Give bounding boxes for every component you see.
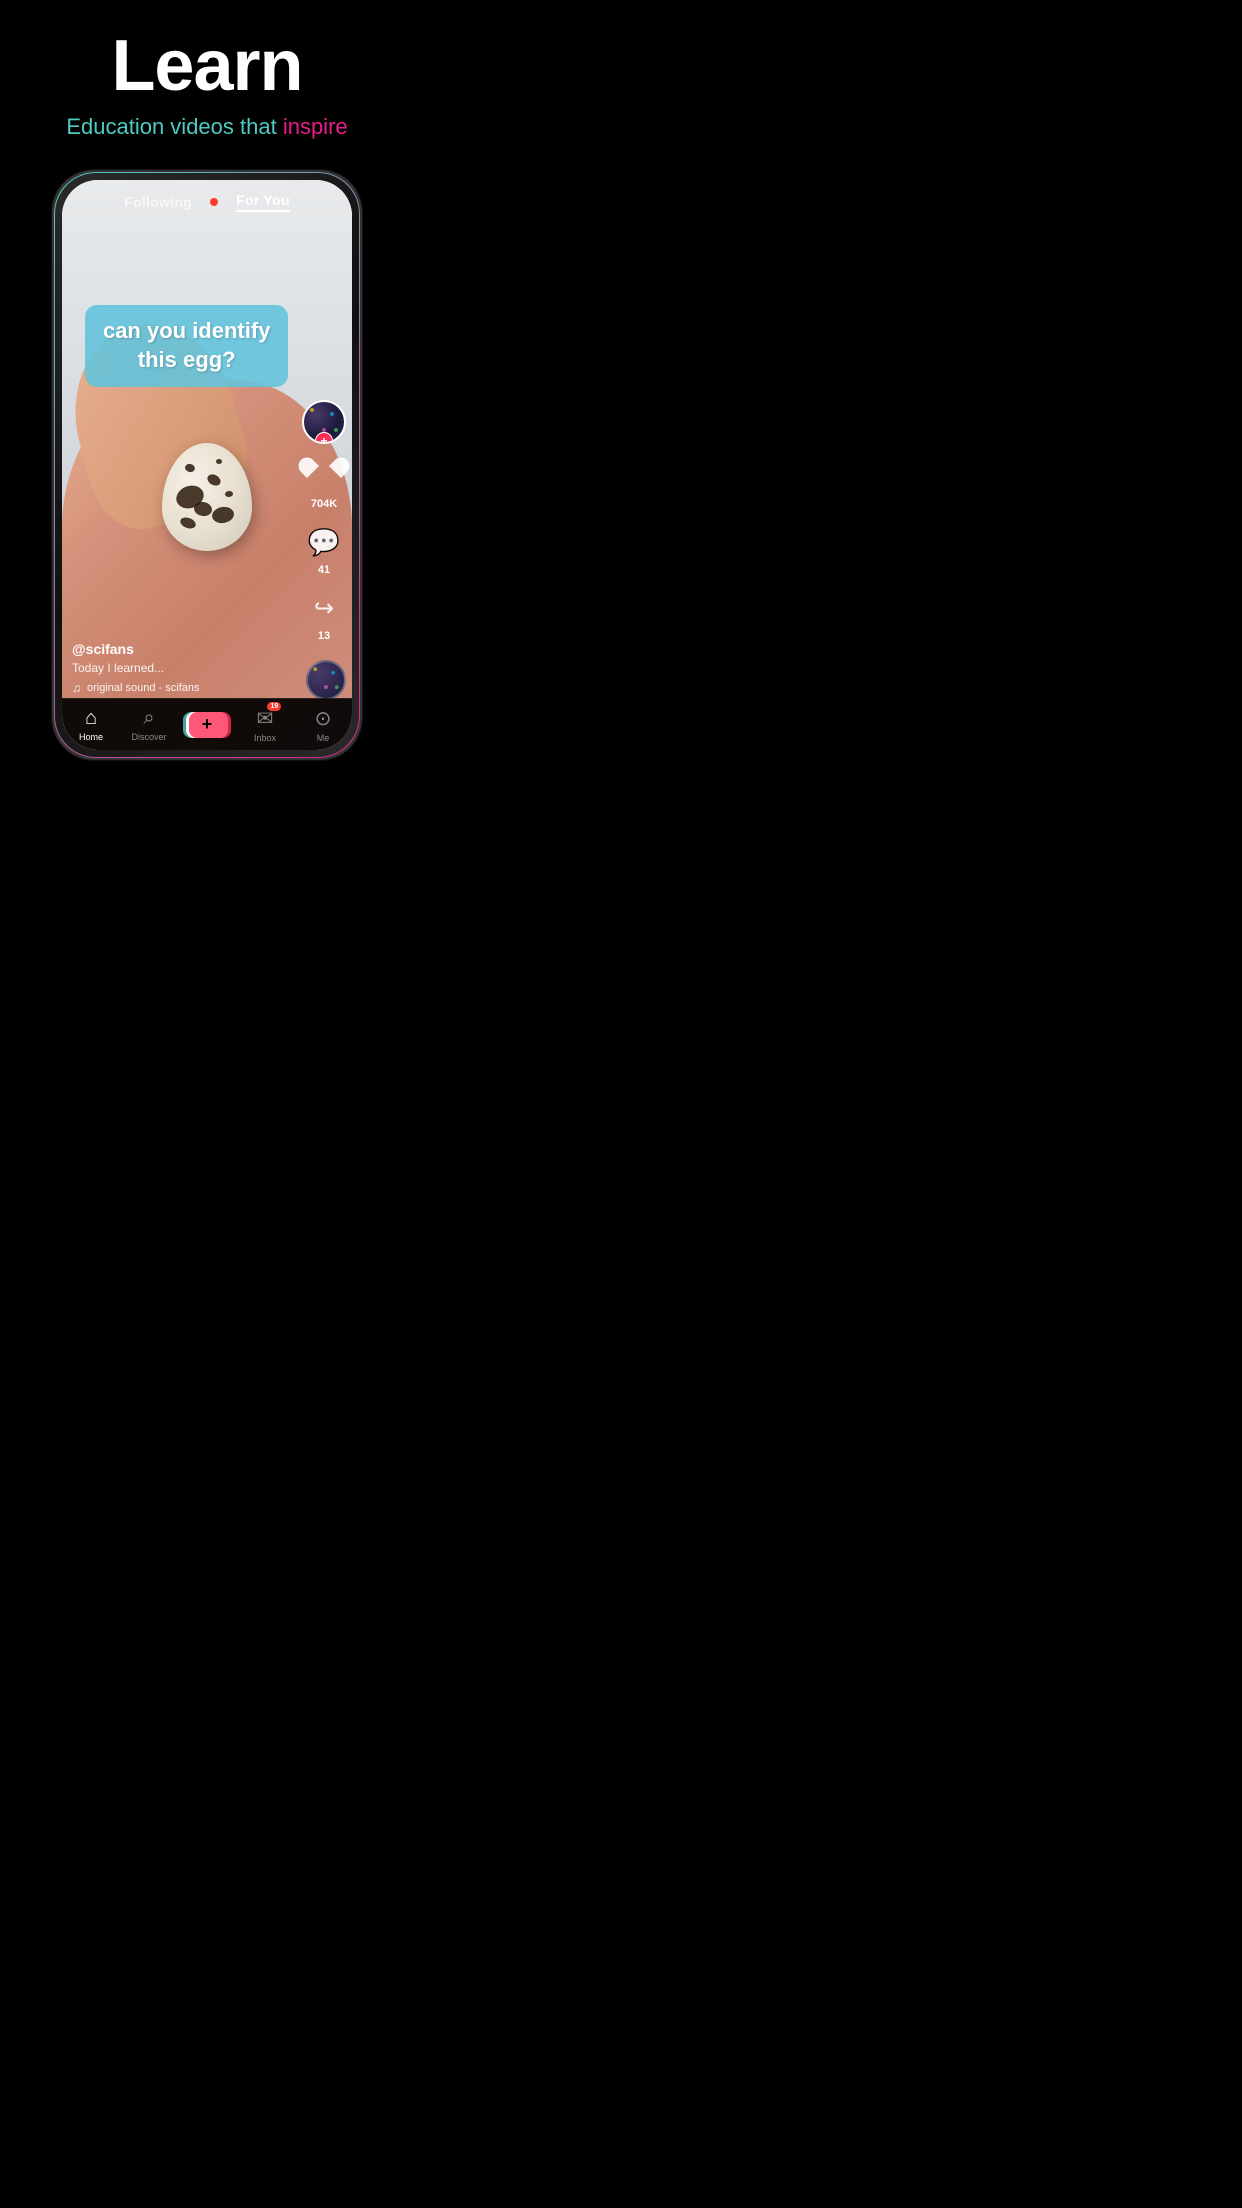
inbox-badge-count: 19 (267, 702, 281, 711)
discover-label: Discover (131, 732, 166, 742)
nav-discover[interactable]: ⌕ Discover (120, 707, 178, 742)
inbox-badge: ✉ 19 (257, 706, 274, 731)
music-disc (306, 660, 346, 700)
phone-screen: Following For You can you identify this … (62, 180, 352, 750)
music-info[interactable]: ♫ original sound - scifans (72, 681, 297, 695)
inbox-label: Inbox (254, 733, 276, 743)
disc-sparkles (308, 662, 344, 698)
active-underline (236, 210, 290, 212)
nav-plus-btn[interactable]: + (186, 712, 228, 738)
header-section: Learn Education videos that inspire (0, 0, 414, 160)
home-icon: ⌂ (85, 707, 97, 730)
home-label: Home (79, 732, 103, 742)
nav-inbox[interactable]: ✉ 19 Inbox (236, 706, 294, 743)
action-bar: + 704K 💬 41 (302, 400, 346, 650)
share-icon: ↪ (314, 594, 334, 623)
heart-icon (307, 461, 341, 491)
bottom-nav: ⌂ Home ⌕ Discover + (62, 698, 352, 750)
comment-icon: 💬 (308, 527, 340, 558)
main-title: Learn (20, 30, 394, 102)
action-icon-container: 💬 (304, 522, 344, 562)
phone-frame: Following For You can you identify this … (52, 170, 362, 760)
subtitle-text: Education videos that (66, 114, 282, 139)
top-nav: Following For You (62, 180, 352, 220)
profile-icon: ⊙ (315, 706, 332, 731)
nav-for-you-tab[interactable]: For You (236, 192, 290, 212)
follow-plus-btn[interactable]: + (315, 432, 333, 444)
nav-home[interactable]: ⌂ Home (62, 707, 120, 742)
red-dot-indicator (210, 198, 218, 206)
creator-avatar-btn[interactable]: + (302, 400, 346, 444)
caption-text: Today I learned... (72, 661, 297, 675)
video-area[interactable]: Following For You can you identify this … (62, 180, 352, 750)
plus-icon: + (202, 714, 213, 735)
inbox-icon: ✉ (257, 708, 274, 730)
subtitle: Education videos that inspire (20, 114, 394, 140)
username-label[interactable]: @scifans (72, 641, 297, 657)
like-button[interactable]: 704K (304, 456, 344, 510)
music-note-icon: ♫ (72, 681, 81, 695)
phone-container: Following For You can you identify this … (52, 170, 362, 760)
comment-button[interactable]: 💬 41 (304, 522, 344, 576)
me-label: Me (317, 733, 330, 743)
music-text: original sound - scifans (87, 682, 200, 694)
search-icon: ⌕ (143, 707, 154, 730)
text-bubble: can you identify this egg? (85, 305, 288, 386)
bottom-info: @scifans Today I learned... ♫ original s… (72, 641, 297, 695)
share-button[interactable]: ↪ 13 (304, 588, 344, 642)
action-icon-container (304, 456, 344, 496)
text-bubble-content: can you identify this egg? (101, 317, 272, 374)
subtitle-highlight: inspire (283, 114, 348, 139)
action-icon-container: ↪ (304, 588, 344, 628)
nav-create[interactable]: + (178, 712, 236, 738)
shares-count: 13 (318, 630, 330, 642)
likes-count: 704K (311, 498, 337, 510)
comments-count: 41 (318, 564, 330, 576)
nav-following-tab[interactable]: Following (124, 194, 192, 210)
nav-me[interactable]: ⊙ Me (294, 706, 352, 743)
